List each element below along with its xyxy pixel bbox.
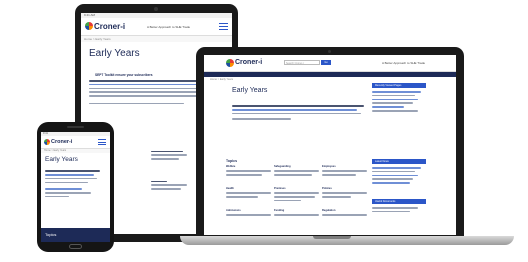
sidebar-heading: Recently Viewed Pages [372, 83, 426, 88]
search-button[interactable]: Go [321, 60, 331, 65]
croner-logo-icon[interactable] [44, 139, 50, 145]
phone-screen: 9:41 Croner-i Home > Early Years Early Y… [41, 132, 110, 242]
topic-cell[interactable]: Policies [322, 187, 367, 200]
tablet-header-tagline: A Better Approach to SHE Trade [147, 25, 191, 29]
phone-home-button [69, 244, 82, 249]
phone-topics-label: Topics [45, 232, 57, 237]
phone-status-time: 9:41 [43, 132, 48, 135]
laptop-topics-grid: Welfare Safeguarding Employees Health Pr… [226, 165, 367, 225]
tablet-camera [154, 7, 158, 11]
sidebar-heading-news: Latest News [372, 159, 426, 164]
laptop-device: Croner-i Search Croner-i Go A Better App… [196, 47, 464, 238]
laptop-topics-label: Topics [226, 159, 238, 163]
croner-logo-icon[interactable] [85, 22, 93, 30]
laptop-logo-text[interactable]: Croner-i [235, 59, 262, 66]
topic-cell[interactable]: Regulation [322, 209, 367, 218]
topic-cell[interactable]: Funding [274, 209, 319, 218]
phone-page-title: Early Years [45, 156, 78, 163]
laptop-sidebar: Recently Viewed Pages [372, 83, 426, 114]
phone-topics-bar[interactable]: Topics [41, 228, 110, 242]
menu-icon[interactable] [219, 23, 228, 30]
laptop-sidebar-docs: Useful Documents [372, 199, 426, 215]
laptop-sidebar-news: Latest News [372, 159, 426, 186]
laptop-camera [328, 50, 331, 53]
menu-icon[interactable] [98, 139, 106, 145]
phone-body [41, 163, 110, 198]
tablet-status-time: 9:41 AM [84, 13, 96, 17]
phone-device: 9:41 Croner-i Home > Early Years Early Y… [37, 122, 114, 252]
topic-cell[interactable]: Employees [322, 165, 367, 178]
laptop-screen: Croner-i Search Croner-i Go A Better App… [204, 55, 456, 235]
topic-cell[interactable]: Health [226, 187, 271, 200]
phone-header: Croner-i [41, 136, 110, 149]
laptop-notch [313, 236, 351, 239]
topic-cell[interactable]: Admissions [226, 209, 271, 218]
tablet-topic-block [151, 178, 191, 192]
laptop-header-tagline: A Better Approach to SHE Trade [382, 61, 426, 65]
topic-cell[interactable]: Premises [274, 187, 319, 204]
phone-speaker [67, 126, 84, 128]
laptop-intro [232, 103, 364, 122]
search-input[interactable]: Search Croner-i [284, 60, 320, 65]
topic-cell[interactable]: Safeguarding [274, 165, 319, 178]
phone-logo-text[interactable]: Croner-i [51, 139, 72, 145]
tablet-header: Croner-i A Better Approach to SHE Trade [81, 18, 232, 36]
topic-cell[interactable]: Welfare [226, 165, 271, 178]
tablet-topic-block [151, 148, 191, 162]
croner-logo-icon[interactable] [226, 59, 234, 67]
tablet-logo-text[interactable]: Croner-i [94, 22, 125, 31]
laptop-breadcrumb[interactable]: Home > Early Years [204, 77, 456, 82]
laptop-page-title: Early Years [232, 87, 268, 94]
laptop-header: Croner-i Search Croner-i Go A Better App… [204, 55, 456, 72]
sidebar-heading-docs: Useful Documents [372, 199, 426, 204]
